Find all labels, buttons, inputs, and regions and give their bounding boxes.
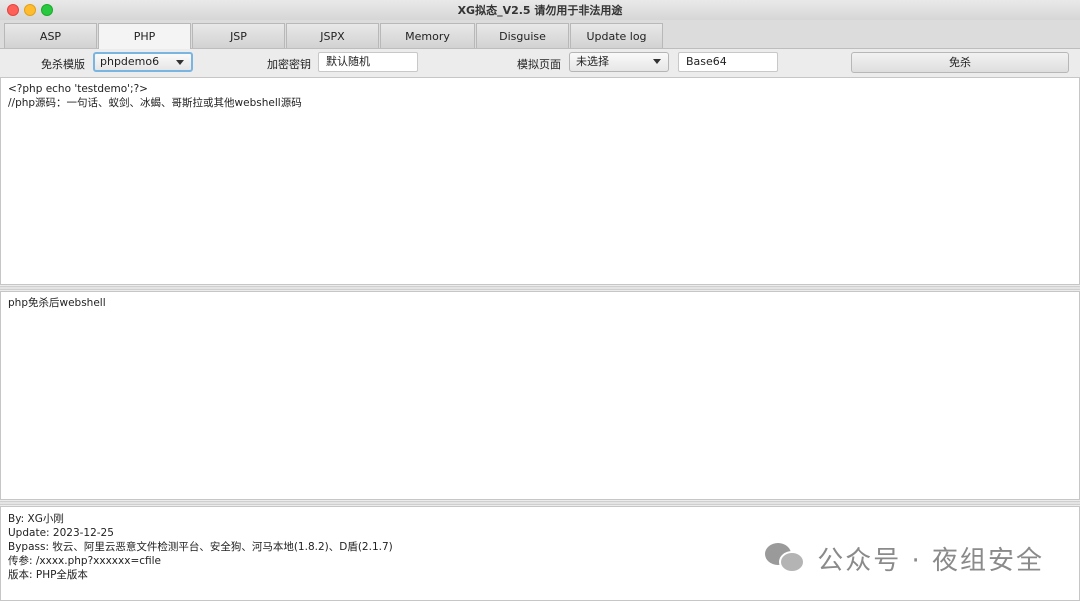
tab-memory-injection[interactable]: Memory Injection	[380, 23, 475, 68]
template-label: 免杀模版	[41, 58, 85, 71]
options-toolbar: 免杀模版 phpdemo6 加密密钥 默认随机 模拟页面 未选择 Base64 …	[0, 49, 1080, 77]
watermark: 公众号 · 夜组安全	[765, 538, 1044, 578]
chevron-down-icon	[653, 59, 661, 64]
tab-update-log[interactable]: Update log	[570, 23, 663, 48]
template-select[interactable]: phpdemo6	[93, 52, 193, 72]
tab-bar: ASP PHP JSP JSPX Memory Injection Disgui…	[0, 20, 1080, 68]
generate-button[interactable]: 免杀	[851, 52, 1069, 73]
page-select[interactable]: 未选择	[569, 52, 669, 72]
tab-disguise[interactable]: Disguise	[476, 23, 569, 48]
source-line: <?php echo 'testdemo';?>	[8, 83, 148, 95]
split-divider[interactable]	[0, 501, 1080, 505]
source-line: //php源码：一句话、蚁剑、冰蝎、哥斯拉或其他webshell源码	[8, 97, 302, 109]
tab-asp[interactable]: ASP	[4, 23, 97, 48]
key-input[interactable]: 默认随机	[318, 52, 418, 72]
template-select-value: phpdemo6	[100, 55, 160, 68]
tab-jspx[interactable]: JSPX	[286, 23, 379, 48]
window-title: XG拟态_V2.5 请勿用于非法用途	[457, 4, 623, 17]
encoding-input[interactable]: Base64	[678, 52, 778, 72]
page-label: 模拟页面	[517, 58, 561, 71]
watermark-text: 公众号 · 夜组安全	[817, 545, 1044, 576]
tab-jsp[interactable]: JSP	[192, 23, 285, 48]
output-text: php免杀后webshell	[8, 297, 106, 309]
key-label: 加密密钥	[267, 58, 311, 71]
page-select-value: 未选择	[576, 55, 609, 68]
chevron-down-icon	[176, 60, 184, 65]
title-bar: XG拟态_V2.5 请勿用于非法用途	[0, 0, 1080, 21]
tab-php[interactable]: PHP	[98, 23, 191, 49]
split-divider[interactable]	[0, 286, 1080, 290]
output-textarea[interactable]: php免杀后webshell	[0, 291, 1080, 500]
wechat-icon	[765, 541, 807, 575]
source-code-textarea[interactable]: <?php echo 'testdemo';?> //php源码：一句话、蚁剑、冰…	[0, 77, 1080, 285]
info-line: By: XG小刚	[8, 513, 64, 525]
